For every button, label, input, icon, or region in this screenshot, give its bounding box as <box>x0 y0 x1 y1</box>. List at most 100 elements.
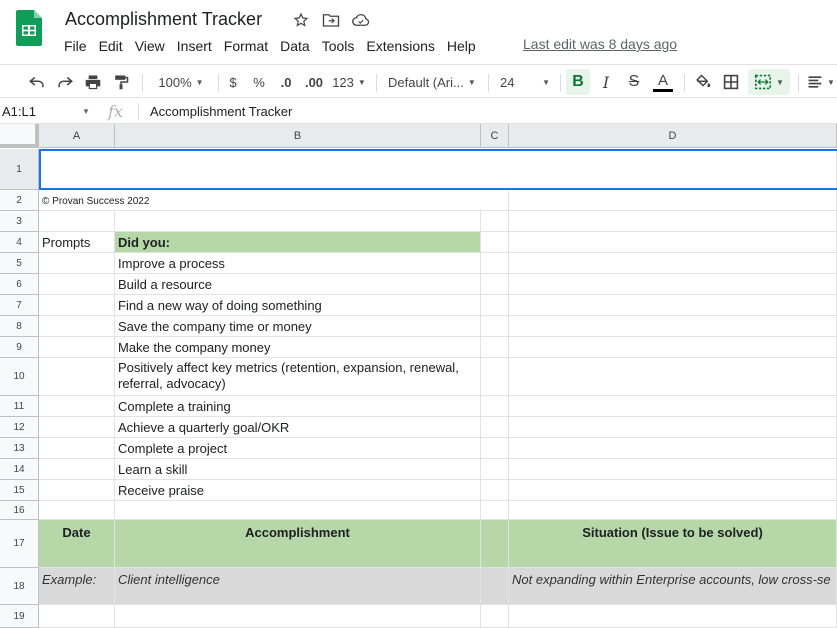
cell[interactable] <box>39 211 115 232</box>
last-edit-link[interactable]: Last edit was 8 days ago <box>523 36 677 52</box>
row-header-19[interactable]: 19 <box>0 605 39 628</box>
cell[interactable] <box>481 253 509 274</box>
cell[interactable] <box>509 232 837 253</box>
prompt-item-cell[interactable]: Find a new way of doing something <box>115 295 481 316</box>
font-family-select[interactable]: Default (Ari... ▼ <box>384 69 480 95</box>
row-header-3[interactable]: 3 <box>0 211 39 232</box>
menu-view[interactable]: View <box>129 36 171 56</box>
column-header-d[interactable]: D <box>509 124 837 148</box>
cell[interactable] <box>481 520 509 568</box>
cell[interactable] <box>481 396 509 417</box>
print-icon[interactable] <box>82 69 104 95</box>
cell[interactable] <box>39 358 115 396</box>
decrease-decimal-button[interactable]: .0 <box>276 69 296 95</box>
column-header-b[interactable]: B <box>115 124 481 148</box>
prompt-item-cell[interactable]: Make the company money <box>115 337 481 358</box>
currency-button[interactable]: $ <box>224 69 242 95</box>
cell[interactable] <box>509 501 837 520</box>
row-header-12[interactable]: 12 <box>0 417 39 438</box>
cell[interactable] <box>481 605 509 628</box>
cloud-status-icon[interactable] <box>350 10 372 30</box>
percent-button[interactable]: % <box>250 69 268 95</box>
column-header-c[interactable]: C <box>481 124 509 148</box>
row-header-16[interactable]: 16 <box>0 501 39 520</box>
cell[interactable] <box>39 396 115 417</box>
cell[interactable] <box>509 396 837 417</box>
prompt-item-cell[interactable]: Build a resource <box>115 274 481 295</box>
cell[interactable] <box>509 190 837 211</box>
more-formats-button[interactable]: 123 ▼ <box>332 69 366 95</box>
situation-header-cell[interactable]: Situation (Issue to be solved) <box>509 520 837 568</box>
italic-button[interactable]: I <box>596 69 616 95</box>
strikethrough-button[interactable]: S <box>624 69 644 95</box>
cell[interactable] <box>39 480 115 501</box>
star-icon[interactable] <box>290 10 312 30</box>
prompts-label-cell[interactable]: Prompts <box>39 232 115 253</box>
cell[interactable] <box>509 337 837 358</box>
move-folder-icon[interactable] <box>320 10 342 30</box>
cell[interactable] <box>39 501 115 520</box>
prompt-item-cell[interactable]: Complete a training <box>115 396 481 417</box>
prompt-item-cell[interactable]: Receive praise <box>115 480 481 501</box>
prompt-item-cell[interactable]: Achieve a quarterly goal/OKR <box>115 417 481 438</box>
cell[interactable] <box>509 438 837 459</box>
menu-format[interactable]: Format <box>218 36 274 56</box>
prompt-item-cell[interactable]: Complete a project <box>115 438 481 459</box>
redo-icon[interactable] <box>54 69 76 95</box>
row-header-17[interactable]: 17 <box>0 520 39 568</box>
bold-button[interactable]: B <box>566 69 590 95</box>
cell[interactable] <box>39 295 115 316</box>
cell[interactable] <box>115 501 481 520</box>
row-header-15[interactable]: 15 <box>0 480 39 501</box>
menu-extensions[interactable]: Extensions <box>360 36 440 56</box>
example-situation-cell[interactable]: Not expanding within Enterprise accounts… <box>509 568 837 605</box>
cell[interactable] <box>509 253 837 274</box>
cell[interactable] <box>481 438 509 459</box>
cell[interactable] <box>39 337 115 358</box>
cell[interactable] <box>509 480 837 501</box>
cell[interactable] <box>481 358 509 396</box>
cell[interactable] <box>39 417 115 438</box>
cell[interactable] <box>481 568 509 605</box>
cell[interactable] <box>39 316 115 337</box>
cell[interactable] <box>39 459 115 480</box>
document-title[interactable]: Accomplishment Tracker <box>65 9 262 30</box>
cell[interactable] <box>39 274 115 295</box>
did-you-header-cell[interactable]: Did you: <box>115 232 481 253</box>
increase-decimal-button[interactable]: .00 <box>302 69 326 95</box>
cell[interactable] <box>481 417 509 438</box>
row-header-8[interactable]: 8 <box>0 316 39 337</box>
row-header-1[interactable]: 1 <box>0 149 39 190</box>
cell[interactable] <box>509 295 837 316</box>
example-accomplishment-cell[interactable]: Client intelligence <box>115 568 481 605</box>
paint-format-icon[interactable] <box>110 69 132 95</box>
cell[interactable] <box>509 211 837 232</box>
cell[interactable] <box>481 337 509 358</box>
menu-insert[interactable]: Insert <box>171 36 218 56</box>
menu-help[interactable]: Help <box>441 36 482 56</box>
row-header-7[interactable]: 7 <box>0 295 39 316</box>
name-box[interactable]: A1:L1 <box>0 99 95 124</box>
undo-icon[interactable] <box>26 69 48 95</box>
merge-cells-icon[interactable]: ▼ <box>748 69 790 95</box>
cell[interactable] <box>115 605 481 628</box>
row-header-10[interactable]: 10 <box>0 358 39 396</box>
cell[interactable] <box>39 253 115 274</box>
row-header-9[interactable]: 9 <box>0 337 39 358</box>
cell[interactable] <box>509 274 837 295</box>
cell[interactable] <box>39 605 115 628</box>
row-header-4[interactable]: 4 <box>0 232 39 253</box>
zoom-select[interactable]: 100% ▼ <box>150 69 212 95</box>
cell[interactable] <box>509 459 837 480</box>
prompt-item-cell[interactable]: Positively affect key metrics (retention… <box>115 358 481 396</box>
prompt-item-cell[interactable]: Save the company time or money <box>115 316 481 337</box>
sheets-logo-icon[interactable] <box>16 10 42 46</box>
prompt-item-cell[interactable]: Learn a skill <box>115 459 481 480</box>
example-label-cell[interactable]: Example: <box>39 568 115 605</box>
row-header-13[interactable]: 13 <box>0 438 39 459</box>
cell[interactable] <box>481 480 509 501</box>
cell[interactable] <box>481 190 509 211</box>
prompt-item-cell[interactable]: Improve a process <box>115 253 481 274</box>
cell[interactable] <box>509 316 837 337</box>
cell[interactable] <box>509 417 837 438</box>
